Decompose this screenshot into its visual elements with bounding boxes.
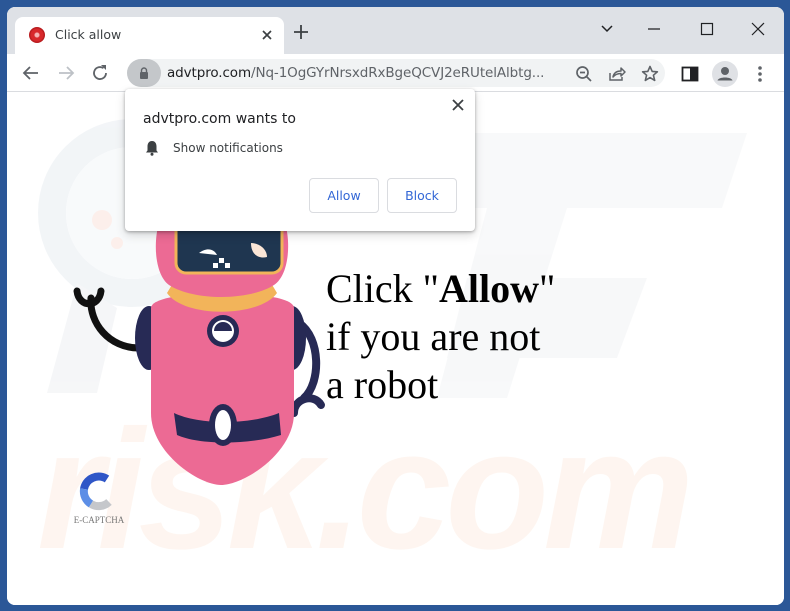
url-host: advtpro.com	[167, 65, 251, 81]
popup-title: advtpro.com wants to	[143, 111, 296, 127]
headline-line-2: if you are not	[326, 314, 541, 359]
back-button[interactable]	[20, 62, 42, 84]
share-button[interactable]	[607, 64, 627, 84]
headline-suffix: "	[539, 266, 556, 311]
allow-button[interactable]: Allow	[309, 178, 379, 213]
zoom-button[interactable]	[574, 64, 594, 84]
bookmark-button[interactable]	[640, 64, 660, 84]
robot-illustration	[73, 215, 325, 485]
minimize-icon	[648, 28, 660, 30]
maximize-icon	[700, 22, 714, 36]
tab-strip: Click allow	[7, 7, 784, 54]
site-info-button[interactable]	[127, 59, 161, 87]
tab-close-icon[interactable]	[258, 26, 276, 44]
page-headline: Click "Allow" if you are not a robot	[326, 265, 555, 409]
permission-label: Show notifications	[173, 141, 283, 155]
reload-icon	[93, 65, 107, 80]
headline-line-3: a robot	[326, 362, 439, 407]
close-window-button[interactable]	[743, 17, 773, 41]
block-button[interactable]: Block	[387, 178, 457, 213]
tab-search-button[interactable]	[592, 17, 622, 41]
permission-row: Show notifications	[145, 140, 283, 156]
toolbar: advtpro.com/Nq-1OgGYrNrsxdRxBgeQCVJ2eRUt…	[7, 54, 784, 92]
url-text[interactable]: advtpro.com/Nq-1OgGYrNrsxdRxBgeQCVJ2eRUt…	[167, 65, 544, 81]
ecaptcha-c-icon	[79, 472, 112, 511]
zoom-out-icon	[576, 66, 592, 82]
side-panel-icon	[681, 66, 699, 82]
chevron-down-icon	[601, 25, 613, 33]
new-tab-button[interactable]	[291, 22, 311, 42]
plus-icon	[294, 25, 308, 39]
tab-active[interactable]: Click allow	[15, 17, 284, 54]
side-panel-button[interactable]	[679, 63, 701, 85]
url-path: /Nq-1OgGYrNrsxdRxBgeQCVJ2eRUtelAlbtg...	[251, 65, 545, 81]
address-bar[interactable]: advtpro.com/Nq-1OgGYrNrsxdRxBgeQCVJ2eRUt…	[127, 59, 665, 87]
tab-title: Click allow	[55, 27, 122, 42]
red-circle-favicon-icon	[29, 27, 45, 43]
profile-avatar-icon	[717, 67, 733, 81]
back-icon	[22, 66, 38, 80]
close-icon	[452, 99, 464, 111]
profile-button[interactable]	[712, 61, 738, 87]
robot-left-arm	[87, 294, 143, 352]
bell-icon	[146, 141, 158, 156]
bookmark-star-icon	[641, 65, 659, 82]
forward-button[interactable]	[55, 62, 77, 84]
close-icon	[751, 22, 765, 36]
more-menu-button[interactable]	[749, 63, 771, 85]
notification-permission-popup: advtpro.com wants to Show notifications …	[125, 89, 475, 231]
minimize-button[interactable]	[639, 17, 669, 41]
forward-icon	[59, 66, 75, 80]
share-icon	[609, 67, 626, 81]
headline-bold-allow: Allow	[439, 266, 539, 311]
ecaptcha-logo: E-CAPTCHA	[69, 471, 129, 526]
popup-close-button[interactable]	[450, 97, 466, 113]
maximize-button[interactable]	[692, 17, 722, 41]
ecaptcha-label: E-CAPTCHA	[73, 515, 125, 525]
more-menu-icon	[758, 66, 762, 82]
reload-button[interactable]	[89, 62, 111, 84]
lock-icon	[140, 67, 148, 79]
headline-prefix: Click "	[326, 266, 439, 311]
